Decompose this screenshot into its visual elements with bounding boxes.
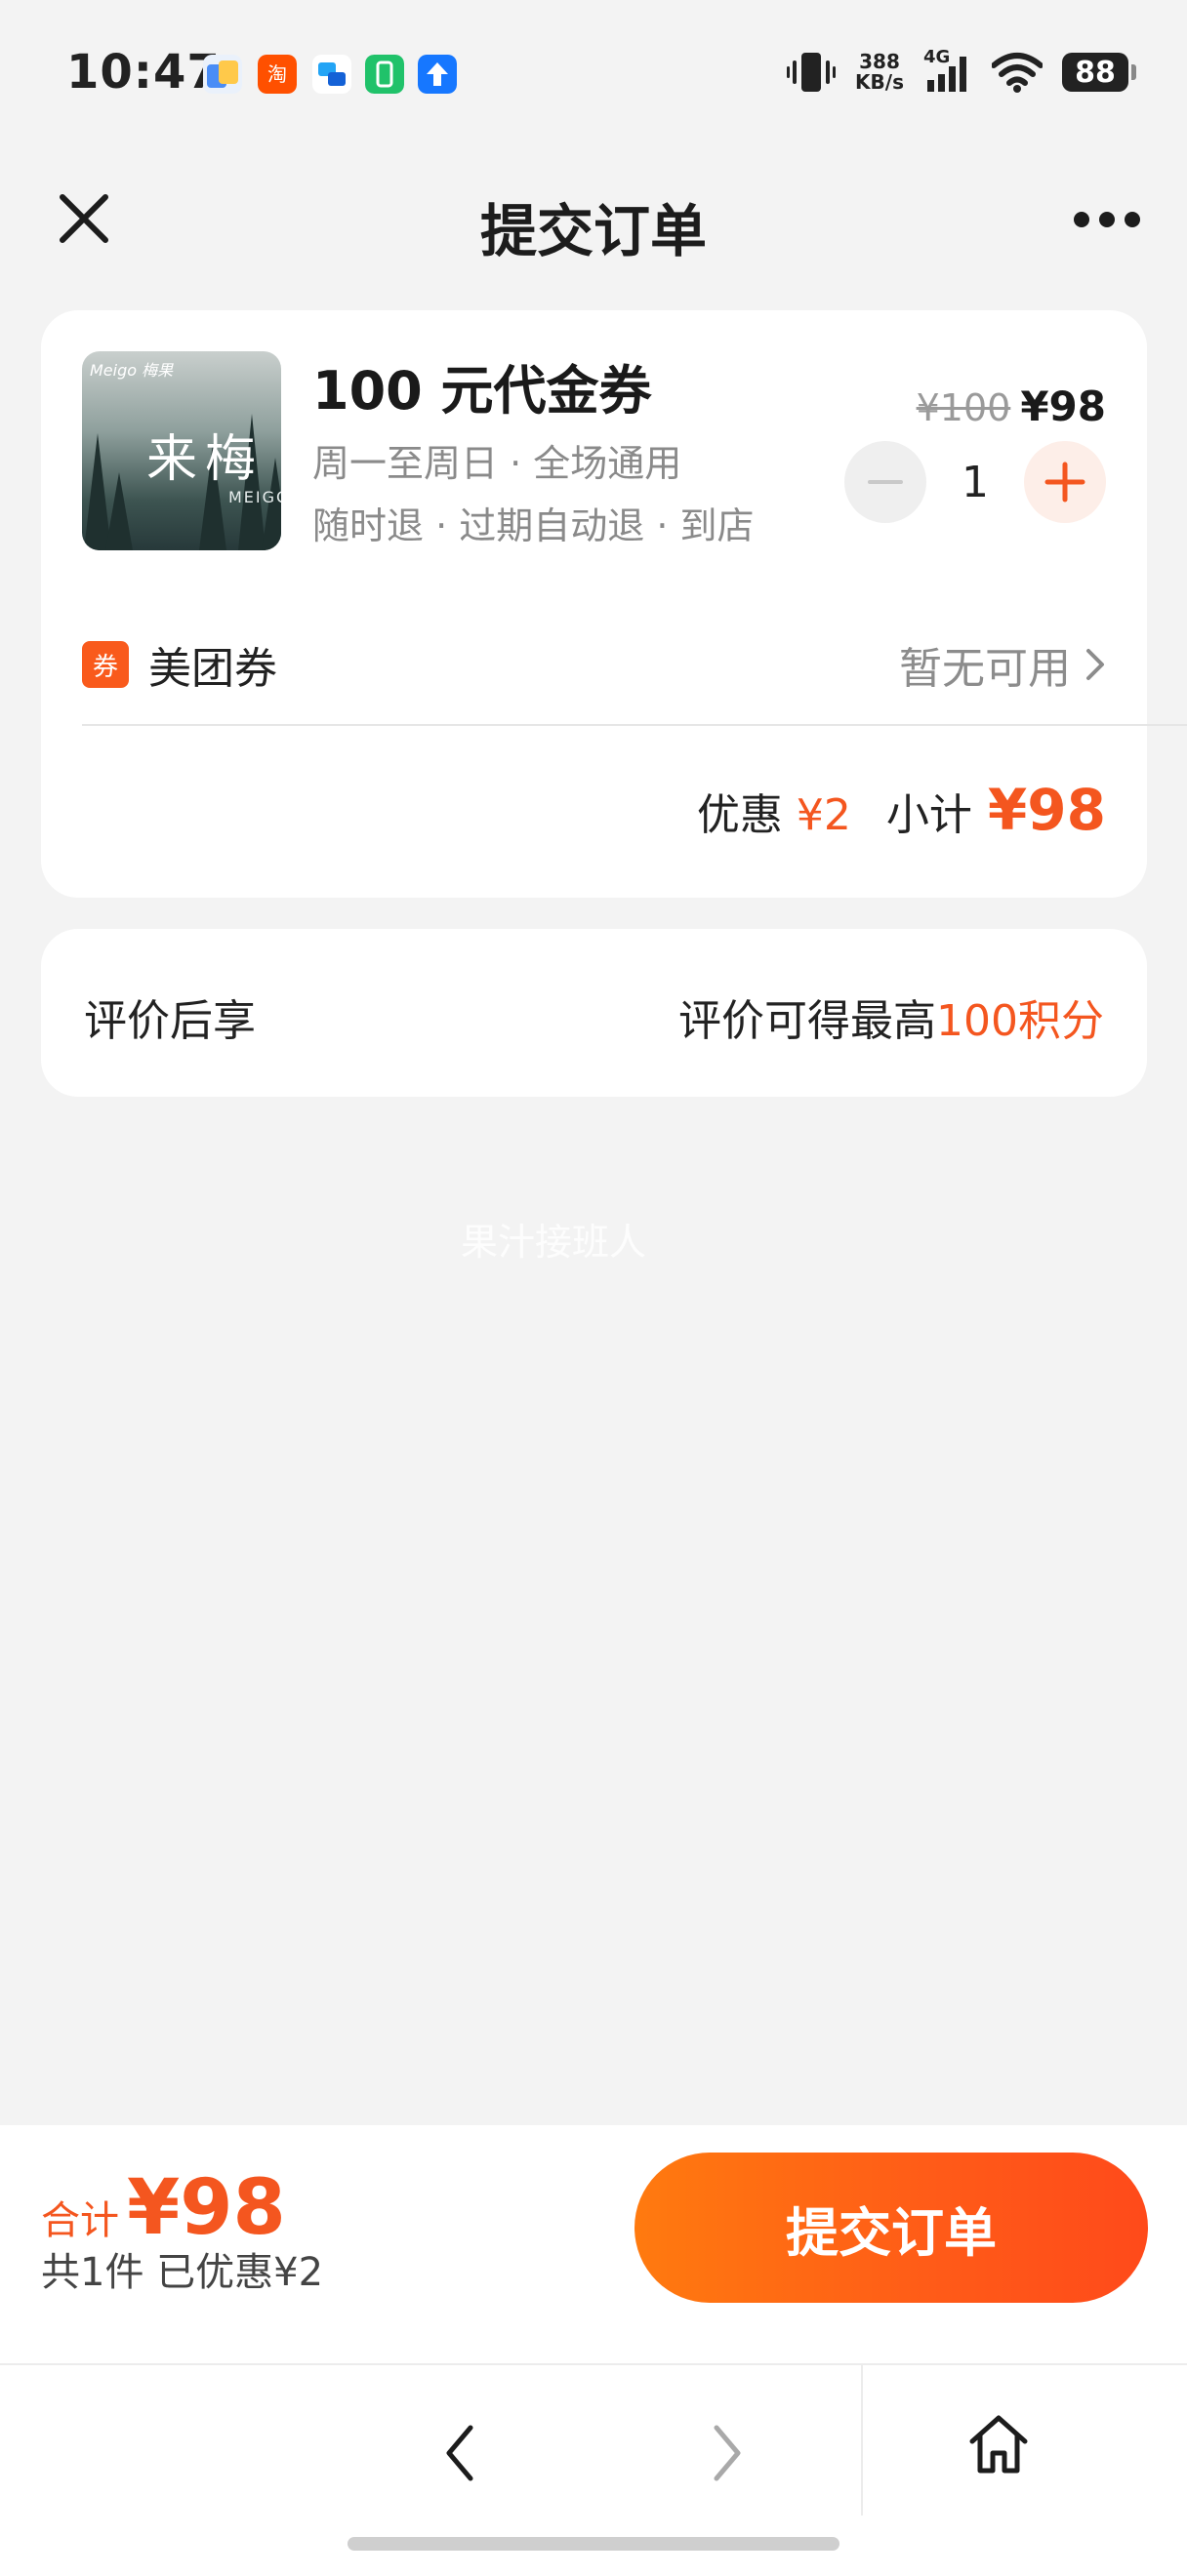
battery-indicator: 88 (1062, 53, 1136, 92)
nav-separator (861, 2365, 863, 2516)
chevron-right-icon (1086, 649, 1104, 680)
wifi-icon (992, 53, 1043, 93)
price-summary: 优惠 ¥2 小计 ¥98 (697, 777, 1106, 843)
coupon-status: 暂无可用 (899, 644, 1071, 694)
more-options-icon[interactable] (1072, 205, 1142, 234)
total-line: 合计 ¥98 (41, 2164, 286, 2252)
network-speed: 388 KB/s (855, 52, 904, 93)
divider (82, 724, 1187, 726)
upload-app-icon (418, 55, 457, 94)
forward-icon[interactable] (699, 2416, 754, 2490)
current-price: ¥98 (1020, 382, 1106, 430)
back-icon[interactable] (433, 2416, 488, 2490)
checkout-bar: 合计 ¥98 共1件 已优惠¥2 提交订单 (0, 2125, 1187, 2363)
network-speed-unit: KB/s (855, 70, 904, 94)
product-usage-days: 周一至周日 · 全场通用 (312, 442, 682, 485)
plus-icon (1044, 462, 1085, 503)
product-image-brand: Meigo 梅果 (90, 361, 174, 380)
review-reward-label: 评价后享 (84, 996, 256, 1046)
quantity-stepper: 1 (844, 441, 1106, 523)
messenger-app-icon (312, 55, 351, 94)
vibrate-icon (787, 53, 837, 92)
status-time: 10:47 (66, 45, 221, 100)
discount-label: 优惠 (696, 790, 783, 840)
total-value: ¥98 (127, 2164, 286, 2252)
watermark: 果汁接班人 (461, 1221, 647, 1264)
product-image[interactable]: Meigo 梅果 来梅 MEIGO (82, 351, 281, 550)
taobao-app-icon: 淘 (258, 55, 297, 94)
svg-text:淘: 淘 (267, 62, 287, 86)
cell-signal: 4G (923, 47, 972, 94)
product-title: 100 元代金券 (312, 360, 652, 422)
signal-bars-icon (927, 57, 966, 92)
home-indicator[interactable] (348, 2537, 839, 2551)
files-app-icon (203, 55, 242, 94)
review-reward-card: 评价后享 评价可得最高100积分 (41, 929, 1147, 1097)
coupon-label: 美团券 (148, 644, 277, 694)
total-summary: 共1件 已优惠¥2 (41, 2250, 324, 2295)
home-icon[interactable] (966, 2412, 1031, 2476)
page-title: 提交订单 (479, 198, 707, 264)
review-reward-text: 评价可得最高 (678, 996, 937, 1046)
network-speed-value: 388 (859, 50, 900, 73)
price-row: ¥100 ¥98 (917, 382, 1106, 430)
submit-order-button[interactable]: 提交订单 (634, 2153, 1148, 2303)
review-reward-points: 100积分 (936, 996, 1104, 1046)
total-label: 合计 (41, 2198, 119, 2243)
product-image-text: 来梅 (146, 430, 265, 489)
product-refund-policy: 随时退 · 过期自动退 · 到店 (312, 504, 755, 547)
coupon-row[interactable]: 券 美团券 暂无可用 (82, 621, 1106, 708)
quantity-value: 1 (962, 457, 989, 507)
battery-saver-app-icon (365, 55, 404, 94)
status-indicators: 388 KB/s 4G 88 (787, 45, 1136, 100)
original-price: ¥100 (916, 386, 1011, 429)
minus-icon (868, 480, 903, 484)
product-image-subtext: MEIGO (228, 488, 281, 506)
nav-bar: 提交订单 (0, 146, 1187, 302)
subtotal-value: ¥98 (987, 777, 1106, 843)
order-item-card: Meigo 梅果 来梅 MEIGO 100 元代金券 周一至周日 · 全场通用 … (41, 310, 1187, 898)
increase-quantity-button[interactable] (1024, 441, 1106, 523)
subtotal-label: 小计 (885, 790, 972, 840)
decrease-quantity-button[interactable] (844, 441, 926, 523)
coupon-tag-icon: 券 (82, 641, 129, 688)
review-reward-info: 评价可得最高100积分 (678, 986, 1104, 1048)
status-bar: 10:47 淘 388 KB/s 4G 88 (0, 0, 1187, 146)
discount-value: ¥2 (796, 790, 851, 840)
